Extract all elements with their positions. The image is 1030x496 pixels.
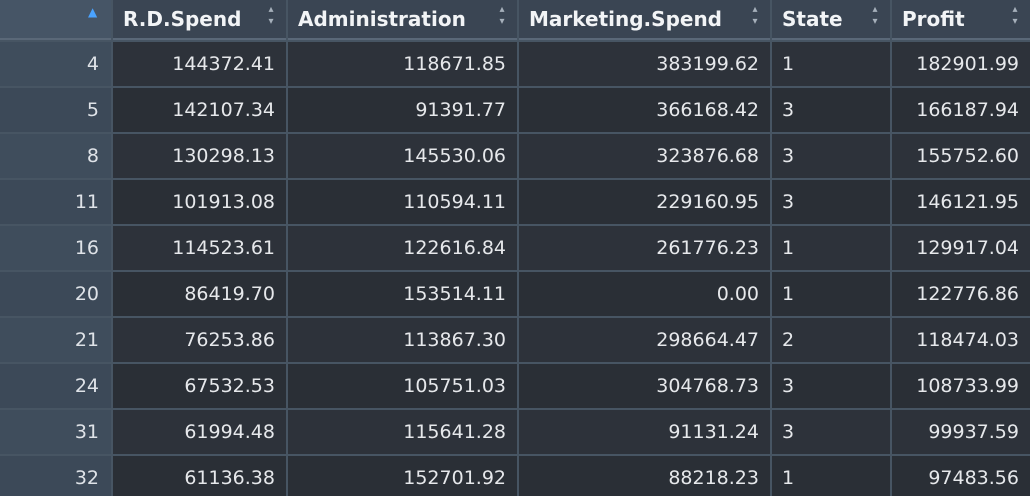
cell-r-d-spend: 61136.38 xyxy=(113,456,286,496)
table-row: 24 67532.53 105751.03 304768.73 3 108733.99 xyxy=(0,364,1030,408)
column-header-r-d-spend[interactable]: R.D.Spend ▴ ▾ xyxy=(113,0,286,40)
cell-state: 3 xyxy=(772,364,890,408)
sort-arrows-icon[interactable]: ▴ ▾ xyxy=(266,5,276,29)
sort-ascending-icon: ▲ xyxy=(88,5,98,19)
cell-state: 3 xyxy=(772,180,890,224)
row-index-cell: 16 xyxy=(0,226,111,270)
column-header-state[interactable]: State ▴ ▾ xyxy=(772,0,890,40)
row-index-cell: 5 xyxy=(0,88,111,132)
sort-arrows-icon[interactable]: ▴ ▾ xyxy=(497,5,507,29)
row-index-cell: 31 xyxy=(0,410,111,454)
row-index-cell: 20 xyxy=(0,272,111,316)
column-header-label: Marketing.Spend xyxy=(529,7,722,31)
column-header-marketing-spend[interactable]: Marketing.Spend ▴ ▾ xyxy=(519,0,770,40)
column-header-label: R.D.Spend xyxy=(123,7,242,31)
cell-state: 3 xyxy=(772,88,890,132)
cell-r-d-spend: 67532.53 xyxy=(113,364,286,408)
cell-r-d-spend: 101913.08 xyxy=(113,180,286,224)
cell-profit: 108733.99 xyxy=(892,364,1030,408)
cell-administration: 145530.06 xyxy=(288,134,517,178)
cell-administration: 152701.92 xyxy=(288,456,517,496)
cell-administration: 113867.30 xyxy=(288,318,517,362)
cell-state: 1 xyxy=(772,226,890,270)
row-index-cell: 11 xyxy=(0,180,111,224)
table-row: 21 76253.86 113867.30 298664.47 2 118474.03 xyxy=(0,318,1030,362)
cell-marketing-spend: 229160.95 xyxy=(519,180,770,224)
cell-marketing-spend: 366168.42 xyxy=(519,88,770,132)
cell-profit: 166187.94 xyxy=(892,88,1030,132)
table-row: 20 86419.70 153514.11 0.00 1 122776.86 xyxy=(0,272,1030,316)
cell-administration: 118671.85 xyxy=(288,42,517,86)
column-header-label: Profit xyxy=(902,7,965,31)
cell-profit: 99937.59 xyxy=(892,410,1030,454)
cell-profit: 182901.99 xyxy=(892,42,1030,86)
row-index-cell: 21 xyxy=(0,318,111,362)
cell-r-d-spend: 130298.13 xyxy=(113,134,286,178)
sort-arrows-icon[interactable]: ▴ ▾ xyxy=(750,5,760,29)
cell-marketing-spend: 383199.62 xyxy=(519,42,770,86)
row-index-cell: 8 xyxy=(0,134,111,178)
cell-r-d-spend: 61994.48 xyxy=(113,410,286,454)
table-row: 32 61136.38 152701.92 88218.23 1 97483.56 xyxy=(0,456,1030,496)
cell-administration: 115641.28 xyxy=(288,410,517,454)
data-table: ▲ R.D.Spend ▴ ▾ Administration ▴ ▾ Marketing.Sp… xyxy=(0,0,1030,496)
cell-profit: 118474.03 xyxy=(892,318,1030,362)
table-header-row: ▲ R.D.Spend ▴ ▾ Administration ▴ ▾ Marketing.Sp… xyxy=(0,0,1030,40)
cell-marketing-spend: 88218.23 xyxy=(519,456,770,496)
row-index-header[interactable]: ▲ xyxy=(0,0,111,40)
row-index-cell: 24 xyxy=(0,364,111,408)
cell-state: 2 xyxy=(772,318,890,362)
cell-state: 1 xyxy=(772,42,890,86)
cell-marketing-spend: 261776.23 xyxy=(519,226,770,270)
cell-state: 3 xyxy=(772,134,890,178)
cell-state: 1 xyxy=(772,456,890,496)
cell-profit: 97483.56 xyxy=(892,456,1030,496)
cell-marketing-spend: 0.00 xyxy=(519,272,770,316)
cell-profit: 122776.86 xyxy=(892,272,1030,316)
column-header-label: Administration xyxy=(298,7,466,31)
table-row: 31 61994.48 115641.28 91131.24 3 99937.59 xyxy=(0,410,1030,454)
cell-r-d-spend: 76253.86 xyxy=(113,318,286,362)
cell-administration: 110594.11 xyxy=(288,180,517,224)
table-row: 8 130298.13 145530.06 323876.68 3 155752.60 xyxy=(0,134,1030,178)
cell-r-d-spend: 114523.61 xyxy=(113,226,286,270)
cell-marketing-spend: 298664.47 xyxy=(519,318,770,362)
cell-marketing-spend: 304768.73 xyxy=(519,364,770,408)
cell-administration: 91391.77 xyxy=(288,88,517,132)
cell-administration: 153514.11 xyxy=(288,272,517,316)
column-header-administration[interactable]: Administration ▴ ▾ xyxy=(288,0,517,40)
cell-r-d-spend: 86419.70 xyxy=(113,272,286,316)
cell-marketing-spend: 323876.68 xyxy=(519,134,770,178)
table-row: 16 114523.61 122616.84 261776.23 1 129917.04 xyxy=(0,226,1030,270)
cell-state: 1 xyxy=(772,272,890,316)
sort-arrows-icon[interactable]: ▴ ▾ xyxy=(870,5,880,29)
table-row: 11 101913.08 110594.11 229160.95 3 146121.95 xyxy=(0,180,1030,224)
column-header-label: State xyxy=(782,7,843,31)
cell-administration: 122616.84 xyxy=(288,226,517,270)
cell-profit: 146121.95 xyxy=(892,180,1030,224)
cell-profit: 155752.60 xyxy=(892,134,1030,178)
cell-r-d-spend: 142107.34 xyxy=(113,88,286,132)
cell-administration: 105751.03 xyxy=(288,364,517,408)
cell-marketing-spend: 91131.24 xyxy=(519,410,770,454)
column-header-profit[interactable]: Profit ▴ ▾ xyxy=(892,0,1030,40)
row-index-cell: 32 xyxy=(0,456,111,496)
table-row: 4 144372.41 118671.85 383199.62 1 182901.99 xyxy=(0,42,1030,86)
row-index-cell: 4 xyxy=(0,42,111,86)
sort-arrows-icon[interactable]: ▴ ▾ xyxy=(1010,5,1020,29)
cell-r-d-spend: 144372.41 xyxy=(113,42,286,86)
table-row: 5 142107.34 91391.77 366168.42 3 166187.94 xyxy=(0,88,1030,132)
cell-profit: 129917.04 xyxy=(892,226,1030,270)
cell-state: 3 xyxy=(772,410,890,454)
